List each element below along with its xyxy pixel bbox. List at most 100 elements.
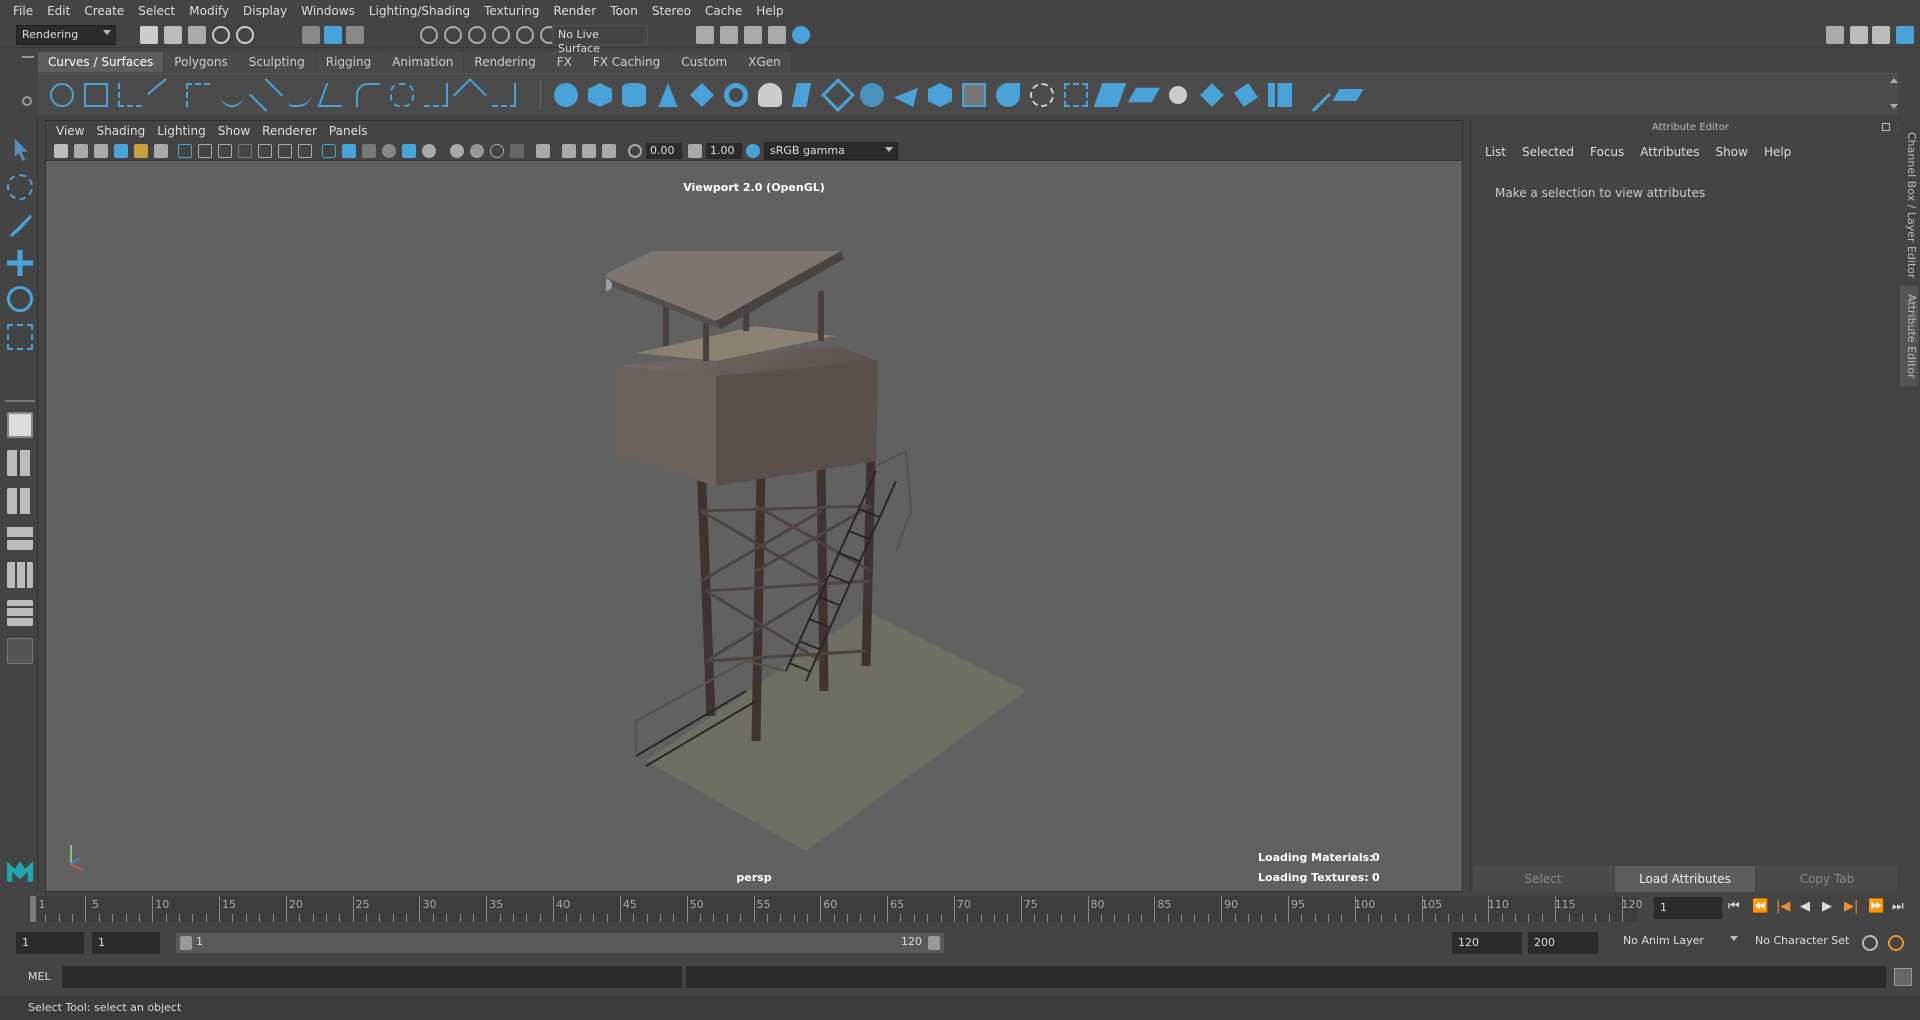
shelf-tab-custom[interactable]: Custom [671,52,738,72]
open-scene-icon[interactable] [164,26,182,44]
menu-create[interactable]: Create [77,4,131,18]
select-tool-icon[interactable] [14,138,28,161]
menu-stereo[interactable]: Stereo [645,4,698,18]
nurbs-sphere-icon[interactable] [554,83,578,107]
gamma-icon[interactable] [688,144,702,158]
boundary-icon[interactable] [962,83,986,107]
shelf-tab-xgen[interactable]: XGen [738,52,791,72]
safe-title-icon[interactable] [298,144,312,158]
play-backwards-icon[interactable]: ◀ [1800,899,1810,914]
animation-preferences-icon[interactable] [1888,935,1904,951]
cv-curve-icon[interactable] [118,83,142,107]
anti-aliasing-icon[interactable] [510,144,524,158]
2d-pan-zoom-icon[interactable] [134,144,148,158]
planar-icon[interactable] [821,78,855,112]
shelf-tab-fx[interactable]: FX [546,52,582,72]
loft-icon[interactable] [792,83,812,107]
select-by-component-icon[interactable] [346,26,364,44]
untrim-icon[interactable] [1127,87,1161,103]
nurbs-circle-icon[interactable] [50,83,74,107]
attach-surfaces-icon[interactable] [1169,86,1187,104]
live-surface-field[interactable]: No Live Surface [552,25,648,55]
menuset-dropdown[interactable]: Rendering [16,25,116,45]
viewport-menu-view[interactable]: View [50,124,90,138]
playback-start-field[interactable]: 1 [92,932,160,954]
tool-settings-icon[interactable] [1872,26,1890,44]
snap-curve-icon[interactable] [444,26,462,44]
graph-editor-layout-icon[interactable] [7,600,33,626]
viewport-menu-panels[interactable]: Panels [323,124,374,138]
make-live-icon[interactable] [516,26,534,44]
isolate-select-icon[interactable] [536,144,550,158]
use-default-material-icon[interactable] [362,144,376,158]
go-to-end-icon[interactable]: ⏭ [1892,899,1904,914]
xray-components-icon[interactable] [602,144,616,158]
go-to-start-icon[interactable]: ⏮ [1728,899,1740,914]
grid-toggle-icon[interactable] [178,144,192,158]
wireframe-on-shaded-icon[interactable] [382,144,396,158]
offset-curve-icon[interactable] [424,83,448,107]
select-camera-icon[interactable] [54,144,68,158]
shelf-tab-sculpting[interactable]: Sculpting [238,52,315,72]
menu-cache[interactable]: Cache [698,4,749,18]
field-chart-icon[interactable] [258,144,272,158]
shelf-settings-icon[interactable] [22,96,32,106]
snap-point-icon[interactable] [468,26,486,44]
resolution-gate-icon[interactable] [218,144,232,158]
xray-joints-icon[interactable] [582,144,596,158]
viewport-menu-lighting[interactable]: Lighting [151,124,212,138]
open-close-surface-icon[interactable] [1234,83,1258,107]
toolbox-more-icon[interactable] [7,638,33,664]
menu-select[interactable]: Select [131,4,182,18]
new-scene-icon[interactable] [140,26,158,44]
shelf-tab-fx-caching[interactable]: FX Caching [582,52,671,72]
scale-tool-icon[interactable] [7,324,33,350]
extend-surface-icon[interactable] [1297,78,1331,112]
snap-view-plane-icon[interactable] [492,26,510,44]
four-view-layout-icon[interactable] [7,450,33,476]
redo-icon[interactable] [236,26,254,44]
textured-icon[interactable] [402,144,416,158]
attr-menu-list[interactable]: List [1477,145,1514,159]
revolve-icon[interactable] [758,83,782,107]
ambient-occlusion-icon[interactable] [470,144,484,158]
menu-render[interactable]: Render [547,4,604,18]
nurbs-square-icon[interactable] [84,83,108,107]
channel-box-toggle-icon[interactable] [1896,26,1914,44]
persp-graph-layout-icon[interactable] [7,524,33,550]
load-attributes-button[interactable]: Load Attributes [1615,866,1755,892]
nurbs-torus-icon[interactable] [724,83,748,107]
shelf-tab-rendering[interactable]: Rendering [464,52,546,72]
menu-windows[interactable]: Windows [294,4,362,18]
range-end-handle[interactable] [928,936,940,950]
modeling-toolkit-icon[interactable] [1826,26,1844,44]
character-controls-icon[interactable] [1850,26,1868,44]
step-back-frame-icon[interactable]: ⏪ [1752,899,1768,914]
exposure-field[interactable]: 0.00 [646,143,682,159]
menu-texturing[interactable]: Texturing [477,4,546,18]
bevel-plus-icon[interactable] [928,83,952,107]
snap-grid-icon[interactable] [420,26,438,44]
persp-outliner-layout-icon[interactable] [7,488,33,514]
motion-blur-icon[interactable] [490,144,504,158]
menu-help[interactable]: Help [749,4,790,18]
shelf-tab-animation[interactable]: Animation [382,52,464,72]
time-ruler[interactable]: 1 5 10 15 20 25 30 35 40 45 50 55 60 65 70 75 80 85 90 95 10… [28,896,1643,922]
nurbs-cube-icon[interactable] [588,83,612,107]
render-settings-icon[interactable] [768,26,786,44]
image-plane-icon[interactable] [114,144,128,158]
menu-file[interactable]: File [6,4,40,18]
xray-icon[interactable] [562,144,576,158]
exposure-icon[interactable] [628,144,642,158]
select-by-hierarchy-icon[interactable] [302,26,320,44]
menu-display[interactable]: Display [236,4,294,18]
script-editor-icon[interactable] [1894,968,1912,986]
shelf-tab-rigging[interactable]: Rigging [315,52,382,72]
wireframe-icon[interactable] [322,144,336,158]
rebuild-surface-icon[interactable] [1332,89,1364,101]
tab-channel-box[interactable]: Channel Box / Layer Editor [1900,130,1918,280]
lasso-tool-icon[interactable] [7,174,33,200]
range-start-handle[interactable] [180,936,192,950]
menu-lighting-shading[interactable]: Lighting/Shading [362,4,477,18]
shelf-tab-polygons[interactable]: Polygons [164,52,238,72]
